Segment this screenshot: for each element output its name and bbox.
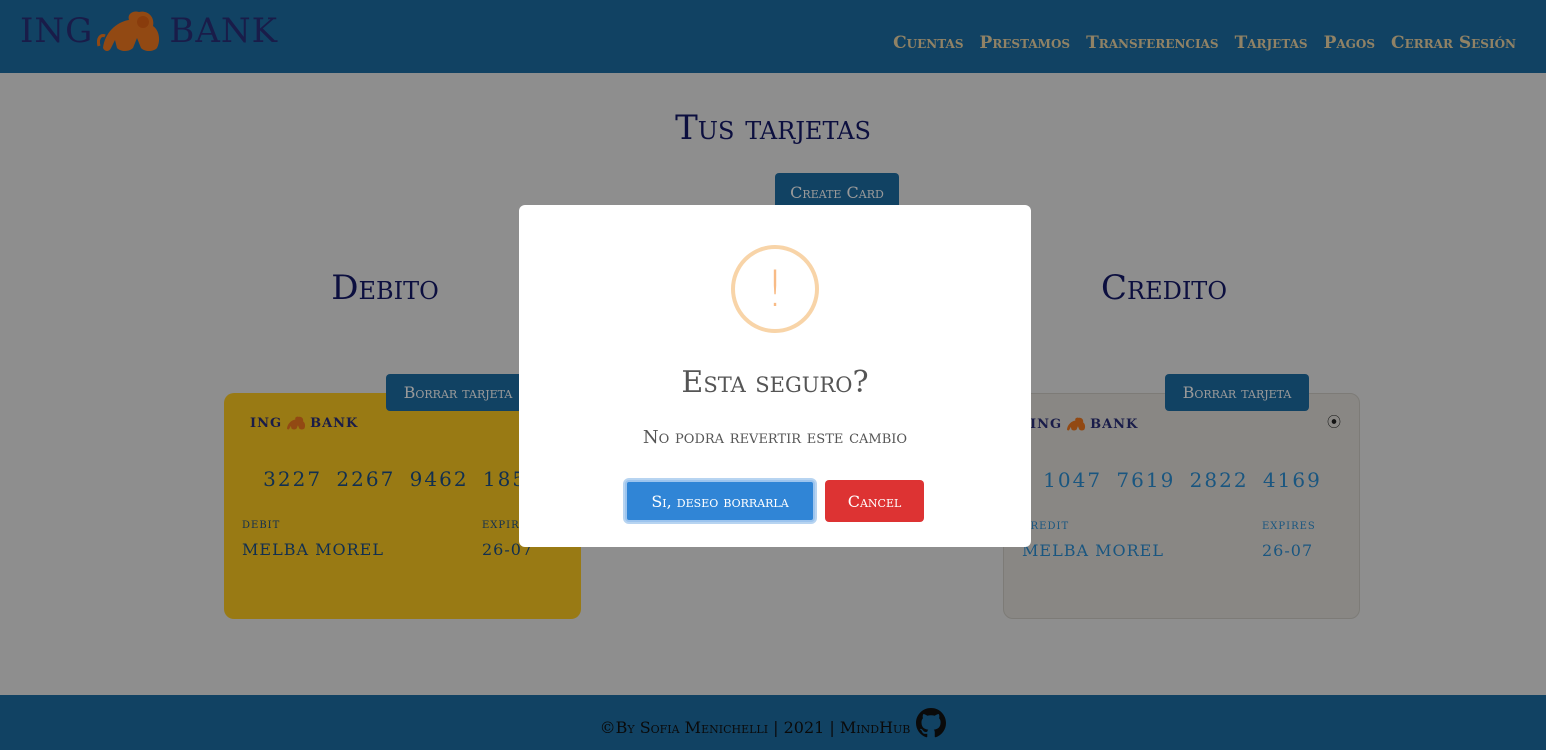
warning-icon: ! <box>731 245 819 333</box>
cancel-button[interactable]: Cancel <box>825 480 924 522</box>
confirm-dialog: ! Esta seguro? No podra revertir este ca… <box>519 205 1031 547</box>
dialog-text: No podra revertir este cambio <box>642 427 908 448</box>
confirm-delete-button[interactable]: Si, deseo borrarla <box>625 480 815 522</box>
dialog-title: Esta seguro? <box>681 365 869 400</box>
